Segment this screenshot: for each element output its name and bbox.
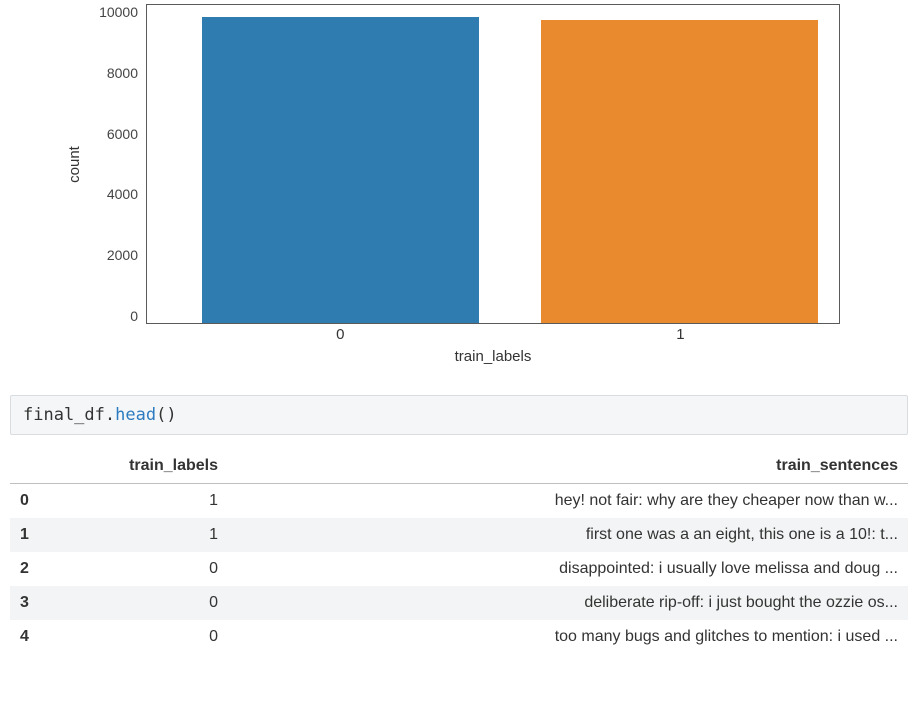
chart-ylabel: count xyxy=(66,146,83,183)
cell-sentence: too many bugs and glitches to mention: i… xyxy=(228,620,908,654)
xtick: 0 xyxy=(336,326,344,343)
cell-sentence: hey! not fair: why are they cheaper now … xyxy=(228,484,908,519)
ytick: 2000 xyxy=(107,247,138,263)
dataframe-table: train_labels train_sentences 0 1 hey! no… xyxy=(10,449,908,654)
xtick: 1 xyxy=(676,326,684,343)
code-identifier: final_df xyxy=(23,405,105,425)
cell-sentence: disappointed: i usually love melissa and… xyxy=(228,552,908,586)
cell-sentence: first one was a an eight, this one is a … xyxy=(228,518,908,552)
ytick: 0 xyxy=(130,308,138,324)
row-index: 4 xyxy=(10,620,48,654)
table-col-header: train_labels xyxy=(48,449,228,484)
code-method: head xyxy=(115,405,156,425)
table-index-header xyxy=(10,449,48,484)
row-index: 2 xyxy=(10,552,48,586)
row-index: 1 xyxy=(10,518,48,552)
ytick: 4000 xyxy=(107,186,138,202)
row-index: 0 xyxy=(10,484,48,519)
ytick: 6000 xyxy=(107,126,138,142)
row-index: 3 xyxy=(10,586,48,620)
cell-label: 1 xyxy=(48,484,228,519)
chart-plot-area xyxy=(146,4,840,324)
dataframe-output: train_labels train_sentences 0 1 hey! no… xyxy=(10,449,908,654)
cell-label: 0 xyxy=(48,586,228,620)
ytick: 8000 xyxy=(107,65,138,81)
table-row: 3 0 deliberate rip-off: i just bought th… xyxy=(10,586,908,620)
cell-label: 1 xyxy=(48,518,228,552)
cell-sentence: deliberate rip-off: i just bought the oz… xyxy=(228,586,908,620)
bar-chart: count 10000 8000 6000 4000 2000 0 0 1 tr… xyxy=(60,4,840,365)
table-row: 0 1 hey! not fair: why are they cheaper … xyxy=(10,484,908,519)
bar-category-0 xyxy=(202,17,479,323)
cell-label: 0 xyxy=(48,620,228,654)
table-row: 2 0 disappointed: i usually love melissa… xyxy=(10,552,908,586)
chart-yticks: 10000 8000 6000 4000 2000 0 xyxy=(88,4,146,324)
table-col-header: train_sentences xyxy=(228,449,908,484)
chart-xticks: 0 1 xyxy=(146,324,840,346)
bar-category-1 xyxy=(541,20,818,323)
chart-xlabel: train_labels xyxy=(146,346,840,365)
table-row: 1 1 first one was a an eight, this one i… xyxy=(10,518,908,552)
cell-label: 0 xyxy=(48,552,228,586)
table-row: 4 0 too many bugs and glitches to mentio… xyxy=(10,620,908,654)
code-cell[interactable]: final_df.head() xyxy=(10,395,908,435)
ytick: 10000 xyxy=(99,4,138,20)
